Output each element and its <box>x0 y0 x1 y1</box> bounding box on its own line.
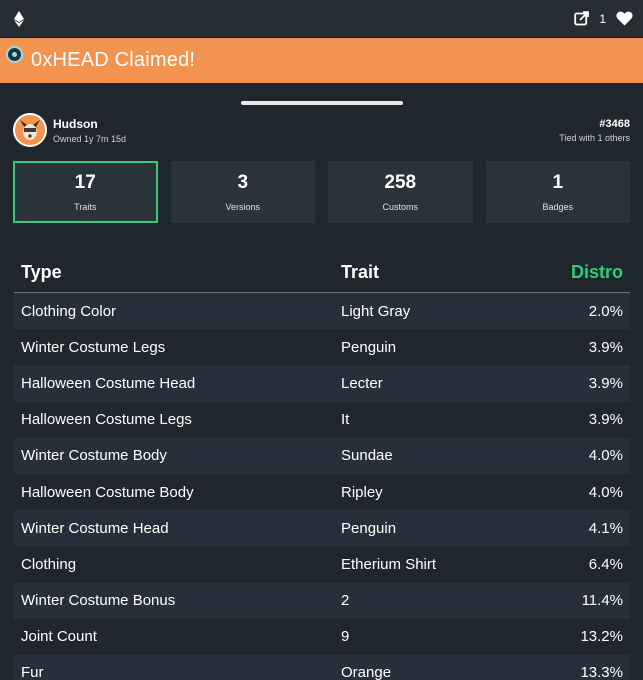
cell-trait: Penguin <box>341 519 397 537</box>
cell-type: Halloween Costume Legs <box>21 411 192 429</box>
cell-distro: 4.0% <box>588 447 623 465</box>
cell-trait: Penguin <box>341 338 397 356</box>
table-row[interactable]: Winter Costume Bonus 2 11.4% <box>14 582 630 619</box>
table-row[interactable]: Joint Count 9 13.2% <box>14 618 630 655</box>
drag-handle[interactable] <box>240 101 403 105</box>
cell-type: Winter Costume Legs <box>21 338 166 356</box>
header-trait[interactable]: Trait <box>341 262 523 283</box>
stat-value: 258 <box>384 172 417 193</box>
cell-distro: 13.3% <box>580 664 623 680</box>
cell-distro: 3.9% <box>588 374 623 392</box>
traits-table: Type Trait Distro Clothing Color Light G… <box>14 253 630 680</box>
stat-value: 3 <box>237 172 249 193</box>
owner-row: Hudson Owned 1y 7m 15d #3468 Tied with 1… <box>0 112 643 148</box>
table-body: Clothing Color Light Gray 2.0% Winter Co… <box>14 293 630 680</box>
stat-value: 17 <box>74 172 96 193</box>
stats-tabs: 17 Traits 3 Versions 258 Customs 1 Badge… <box>0 161 643 223</box>
like-count: 1 <box>599 11 606 26</box>
tied-text: Tied with 1 others <box>559 132 630 143</box>
token-id: #3468 <box>599 117 630 130</box>
cell-type: Clothing Color <box>21 302 117 320</box>
stat-label: Versions <box>225 202 261 212</box>
table-row[interactable]: Halloween Costume Legs It 3.9% <box>14 401 630 438</box>
table-row[interactable]: Fur Orange 13.3% <box>14 654 630 680</box>
external-link-icon[interactable] <box>574 11 590 26</box>
header-type[interactable]: Type <box>21 262 341 283</box>
header-distro[interactable]: Distro <box>523 262 623 283</box>
table-row[interactable]: Halloween Costume Head Lecter 3.9% <box>14 365 630 402</box>
banner-text: 0xHEAD Claimed! <box>31 49 196 71</box>
table-row[interactable]: Clothing Color Light Gray 2.0% <box>14 293 630 330</box>
stat-label: Badges <box>542 202 574 212</box>
claimed-banner: 0xHEAD Claimed! <box>0 38 643 83</box>
cell-trait: Lecter <box>341 374 383 392</box>
table-row[interactable]: Halloween Costume Body Ripley 4.0% <box>14 473 630 511</box>
cell-type: Winter Costume Head <box>21 519 169 537</box>
cell-trait: 9 <box>341 628 350 646</box>
top-bar-actions: 1 <box>574 11 633 26</box>
stat-label: Traits <box>74 202 97 212</box>
tab-versions[interactable]: 3 Versions <box>170 161 315 223</box>
stat-label: Customs <box>382 202 418 212</box>
cell-type: Halloween Costume Head <box>21 374 196 392</box>
cell-type: Halloween Costume Body <box>21 483 194 501</box>
cell-type: Fur <box>21 664 44 680</box>
cell-distro: 3.9% <box>588 338 623 356</box>
heart-icon[interactable] <box>616 11 633 26</box>
cell-trait: 2 <box>341 592 350 610</box>
cell-distro: 2.0% <box>588 302 623 320</box>
owner-name[interactable]: Hudson <box>53 117 126 131</box>
avatar[interactable] <box>13 113 47 147</box>
cell-type: Clothing <box>21 555 77 573</box>
table-row[interactable]: Winter Costume Body Sundae 4.0% <box>14 437 630 474</box>
cell-trait: Sundae <box>341 447 393 465</box>
owner-info: Hudson Owned 1y 7m 15d <box>13 113 126 147</box>
cell-distro: 4.1% <box>588 519 623 537</box>
token-info: #3468 Tied with 1 others <box>559 118 630 143</box>
ethereum-icon[interactable] <box>13 10 25 27</box>
table-row[interactable]: Winter Costume Legs Penguin 3.9% <box>14 329 630 366</box>
cell-distro: 3.9% <box>588 411 623 429</box>
table-row[interactable]: Winter Costume Head Penguin 4.1% <box>14 510 630 547</box>
cell-distro: 6.4% <box>588 555 623 573</box>
cell-trait: Orange <box>341 664 392 680</box>
cell-trait: Light Gray <box>341 302 411 320</box>
cell-trait: It <box>341 411 350 429</box>
cell-type: Winter Costume Body <box>21 447 167 465</box>
tab-traits[interactable]: 17 Traits <box>13 161 158 223</box>
table-header: Type Trait Distro <box>14 253 630 293</box>
cell-type: Winter Costume Bonus <box>21 592 176 610</box>
tab-badges[interactable]: 1 Badges <box>485 161 630 223</box>
cell-trait: Ripley <box>341 483 383 501</box>
top-bar: 1 <box>0 0 643 38</box>
cell-distro: 13.2% <box>580 628 623 646</box>
stat-value: 1 <box>552 172 564 193</box>
cell-distro: 11.4% <box>581 592 623 610</box>
cell-trait: Etherium Shirt <box>341 555 437 573</box>
table-row[interactable]: Clothing Etherium Shirt 6.4% <box>14 546 630 583</box>
claim-badge-icon <box>6 46 23 63</box>
owned-duration: Owned 1y 7m 15d <box>53 133 127 144</box>
tab-customs[interactable]: 258 Customs <box>328 161 473 223</box>
cell-distro: 4.0% <box>588 483 623 501</box>
cell-type: Joint Count <box>21 628 97 646</box>
